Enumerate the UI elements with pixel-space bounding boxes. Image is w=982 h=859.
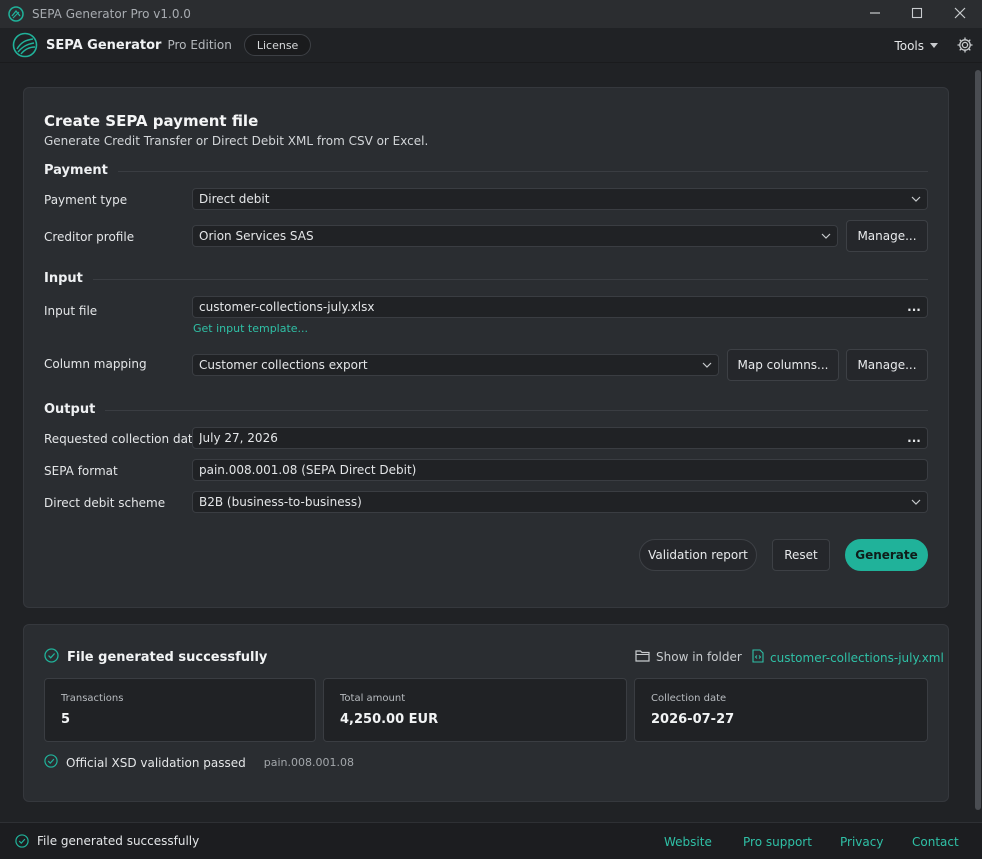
xsd-format: pain.008.001.08 — [263, 756, 354, 769]
manage-creditor-button[interactable]: Manage... — [846, 220, 928, 252]
stat-transactions: Transactions 5 — [44, 678, 316, 742]
folder-icon — [635, 649, 650, 665]
creditor-profile-value: Orion Services SAS — [199, 229, 314, 243]
window-title: SEPA Generator Pro v1.0.0 — [32, 7, 191, 21]
map-columns-button[interactable]: Map columns... — [727, 349, 839, 381]
maximize-button[interactable] — [895, 0, 939, 28]
license-button[interactable]: License — [243, 34, 312, 56]
section-divider — [105, 409, 928, 411]
column-mapping-value: Customer collections export — [199, 358, 368, 372]
collection-date-field[interactable]: July 27, 2026 ... — [192, 427, 928, 449]
page-subtitle: Generate Credit Transfer or Direct Debit… — [44, 134, 429, 148]
browse-file-button[interactable]: ... — [901, 300, 927, 314]
result-heading: File generated successfully — [44, 648, 267, 666]
section-label: Output — [44, 401, 96, 417]
manage-mapping-button[interactable]: Manage... — [846, 349, 928, 381]
brand-name: SEPA Generator — [46, 37, 162, 53]
stat-label: Transactions — [61, 693, 124, 704]
result-card: File generated successfully Show in fold… — [23, 624, 949, 802]
website-link[interactable]: Website — [664, 823, 712, 859]
tools-menu[interactable]: Tools — [894, 28, 938, 63]
app-icon — [8, 6, 24, 22]
scrollbar-thumb[interactable] — [975, 70, 981, 810]
stat-label: Total amount — [340, 693, 406, 704]
column-mapping-select[interactable]: Customer collections export — [192, 354, 719, 376]
check-circle-icon — [15, 834, 29, 848]
section-output: Output — [44, 400, 928, 418]
stat-label: Collection date — [651, 693, 727, 704]
maximize-icon — [911, 7, 923, 22]
input-file-label: Input file — [44, 304, 98, 318]
payment-type-select[interactable]: Direct debit — [192, 188, 928, 210]
status-text: File generated successfully — [37, 834, 200, 848]
input-template-link[interactable]: Get input template... — [193, 322, 308, 335]
globe-logo-icon — [12, 32, 38, 58]
check-circle-icon — [44, 754, 58, 771]
create-file-card: Create SEPA payment file Generate Credit… — [23, 87, 949, 608]
sepa-format-field[interactable]: pain.008.001.08 (SEPA Direct Debit) — [192, 459, 928, 481]
section-label: Input — [44, 270, 83, 286]
payment-type-value: Direct debit — [199, 192, 270, 206]
xsd-message: Official XSD validation passed — [66, 755, 246, 770]
sepa-format-label: SEPA format — [44, 464, 118, 478]
reset-button[interactable]: Reset — [772, 539, 830, 571]
chevron-down-icon — [905, 492, 927, 512]
section-payment: Payment — [44, 161, 928, 179]
result-heading-text: File generated successfully — [67, 649, 268, 665]
app-header: SEPA Generator Pro Edition License Tools — [0, 28, 982, 63]
section-divider — [117, 170, 928, 172]
creditor-profile-label: Creditor profile — [44, 230, 135, 244]
status-bar: File generated successfully Website Pro … — [0, 822, 982, 859]
sepa-format-value: pain.008.001.08 (SEPA Direct Debit) — [199, 463, 417, 477]
gear-icon[interactable] — [956, 36, 974, 54]
creditor-profile-select[interactable]: Orion Services SAS — [192, 225, 838, 247]
input-file-value: customer-collections-july.xlsx — [199, 300, 375, 314]
chevron-down-icon — [905, 189, 927, 209]
vertical-scrollbar[interactable] — [973, 64, 982, 822]
check-circle-icon — [44, 648, 59, 666]
stat-total-amount: Total amount 4,250.00 EUR — [323, 678, 627, 742]
chevron-down-icon — [696, 355, 718, 375]
contact-link[interactable]: Contact — [912, 823, 959, 859]
scheme-value: B2B (business-to-business) — [199, 495, 362, 509]
stat-value: 5 — [61, 712, 71, 727]
privacy-link[interactable]: Privacy — [840, 823, 883, 859]
column-mapping-label: Column mapping — [44, 357, 147, 371]
stat-collection-date: Collection date 2026-07-27 — [634, 678, 928, 742]
payment-type-label: Payment type — [44, 193, 128, 207]
pro-support-link[interactable]: Pro support — [743, 823, 812, 859]
brand-edition: Pro Edition — [167, 38, 232, 52]
collection-date-value: July 27, 2026 — [199, 431, 278, 445]
minimize-button[interactable] — [853, 0, 897, 28]
collection-date-label: Requested collection date — [44, 432, 201, 446]
chevron-down-icon — [815, 226, 837, 246]
xml-file-name: customer-collections-july.xml — [770, 650, 944, 665]
show-in-folder-label: Show in folder — [656, 650, 742, 664]
xsd-validation-status: Official XSD validation passed pain.008.… — [44, 754, 354, 771]
generate-button[interactable]: Generate — [845, 539, 928, 571]
close-button[interactable] — [938, 0, 982, 28]
xml-file-link[interactable]: customer-collections-july.xml — [752, 649, 944, 666]
tools-menu-label: Tools — [894, 38, 924, 53]
scheme-select[interactable]: B2B (business-to-business) — [192, 491, 928, 513]
close-icon — [954, 7, 966, 22]
code-file-icon — [752, 649, 764, 666]
title-bar: SEPA Generator Pro v1.0.0 — [0, 0, 982, 28]
date-picker-button[interactable]: ... — [901, 431, 927, 445]
section-input: Input — [44, 269, 928, 287]
page-title: Create SEPA payment file — [44, 112, 259, 130]
input-file-field[interactable]: customer-collections-july.xlsx ... — [192, 296, 928, 318]
minimize-icon — [869, 7, 881, 22]
scheme-label: Direct debit scheme — [44, 496, 166, 510]
show-in-folder-link[interactable]: Show in folder — [635, 649, 742, 665]
caret-down-icon — [930, 43, 938, 48]
section-divider — [92, 278, 928, 280]
stat-value: 2026-07-27 — [651, 712, 735, 727]
validation-report-button[interactable]: Validation report — [639, 539, 757, 571]
section-label: Payment — [44, 162, 108, 178]
stat-value: 4,250.00 EUR — [340, 712, 439, 727]
